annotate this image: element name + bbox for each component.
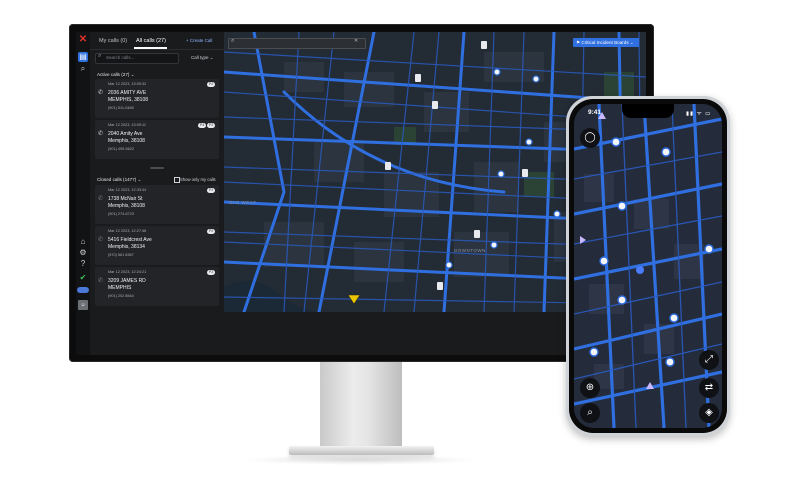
phone-clock: 9:41 — [588, 109, 602, 116]
call-city: Memphis, 38108 — [108, 203, 145, 209]
priority-badge: P2 — [207, 123, 216, 128]
create-call-button[interactable]: + Create Call — [186, 38, 212, 43]
call-time: Mar 12 2023, 13:09:11 — [108, 123, 146, 127]
phone-icon: ✆ — [98, 131, 104, 137]
priority-badge: P2 — [207, 188, 216, 193]
phone-status-icons: ▮▮ ᯤ ▭ — [686, 111, 712, 117]
monitor-stand-base — [289, 446, 434, 455]
phone-icon: ✆ — [98, 278, 104, 284]
rail-search-icon[interactable]: ⌕ — [78, 64, 88, 74]
tab-my-calls[interactable]: My calls (0) — [99, 38, 127, 44]
call-time: Mar 12 2023, 13:09:32 — [108, 82, 147, 86]
call-card[interactable]: ✆ Mar 12 2023, 13:09:11 2040 Amity Ave M… — [95, 120, 219, 159]
call-address: 2040 Amity Ave — [108, 131, 143, 137]
priority-badge: P2 — [207, 270, 216, 275]
call-address: 5416 Fieldcrest Ave — [108, 237, 152, 243]
phone-icon: ✆ — [98, 237, 104, 243]
closed-calls-header[interactable]: Closed calls (1477) ⌄ — [97, 177, 141, 183]
nav-rail: ✕ ▤ ⌕ ⌂ ⚙ ? ✔ ☺ — [76, 32, 90, 355]
search-icon: ⌕ — [98, 53, 102, 59]
call-card[interactable]: ✆ Mar 12 2023, 12:33:44 1738 McNair St M… — [95, 185, 219, 224]
monitor-stand-neck — [320, 362, 402, 448]
tab-all-calls[interactable]: All calls (27) — [136, 38, 166, 44]
call-card[interactable]: ✆ Mar 12 2023, 12:24:21 3209 JAMES RD ME… — [95, 267, 219, 306]
clear-search-icon[interactable]: ✕ — [354, 38, 358, 44]
call-time: Mar 12 2023, 12:24:21 — [108, 270, 147, 274]
call-phone: (901) 274-6723 — [108, 212, 134, 216]
phone-search-icon[interactable]: ⌕ — [580, 403, 600, 423]
logo-x-icon: ✕ — [78, 34, 88, 45]
critical-incident-boards-button[interactable]: ⚑ Critical Incident Boards ⌄ — [573, 38, 639, 47]
crosshair-icon[interactable]: ⊕ — [580, 378, 600, 398]
call-city: MEMPHIS — [108, 285, 132, 291]
priority-badge: P2 — [207, 82, 216, 87]
route-icon[interactable]: ⇄ — [699, 378, 719, 398]
phone-notch — [622, 104, 674, 118]
map-search-input[interactable] — [228, 38, 366, 49]
map-expand-icon[interactable]: ⤢ — [699, 350, 719, 370]
toggle-icon[interactable] — [77, 287, 89, 293]
tabs-divider — [90, 49, 224, 50]
monitor-shadow — [240, 455, 480, 465]
user-avatar-icon[interactable]: ◯ — [580, 128, 600, 148]
call-time: Mar 12 2023, 12:33:44 — [108, 188, 147, 192]
help-icon[interactable]: ? — [78, 259, 88, 269]
desktop-screen: ✕ ▤ ⌕ ⌂ ⚙ ? ✔ ☺ My calls (0) All calls (… — [76, 32, 646, 355]
call-address: 2036 AMITY AVE — [108, 90, 147, 96]
call-phone: (901) 202 8564 — [108, 294, 134, 298]
priority-badge: P2 — [207, 229, 216, 234]
map-search-icon: ⌕ — [231, 38, 235, 44]
calls-panel: My calls (0) All calls (27) + Create Cal… — [90, 32, 224, 355]
calls-icon[interactable]: ▤ — [78, 52, 88, 62]
phone-icon: ✆ — [98, 90, 104, 96]
call-city: Memphis, 38134 — [108, 244, 145, 250]
call-address: 3209 JAMES RD — [108, 278, 146, 284]
call-card[interactable]: ✆ Mar 12 2023, 13:09:32 2036 AMITY AVE M… — [95, 79, 219, 118]
status-check-icon[interactable]: ✔ — [78, 273, 88, 283]
priority-badge: P4 — [198, 123, 207, 128]
layers-icon[interactable]: ◈ — [699, 403, 719, 423]
call-card[interactable]: ✆ Mar 12 2023, 12:27:46 5416 Fieldcrest … — [95, 226, 219, 265]
call-phone: (901) 499-5622 — [108, 147, 134, 151]
settings-icon[interactable]: ⚙ — [78, 248, 88, 258]
home-icon[interactable]: ⌂ — [78, 237, 88, 247]
avatar-icon[interactable]: ☺ — [78, 300, 88, 310]
call-phone: (901) 511-0489 — [108, 106, 134, 110]
call-phone: (570) 561 8367 — [108, 253, 134, 257]
search-calls-placeholder: Search calls... — [106, 55, 135, 60]
show-only-my-calls-label: Show only my calls — [180, 177, 216, 182]
map-label-downtown: DOWNTOWN — [454, 248, 486, 253]
map-label-old-west: OLD WEST — [229, 200, 257, 205]
call-city: MEMPHIS, 38108 — [108, 97, 149, 103]
section-resize-handle[interactable] — [150, 167, 164, 169]
call-city: Memphis, 38108 — [108, 138, 145, 144]
call-time: Mar 12 2023, 12:27:46 — [108, 229, 147, 233]
call-address: 1738 McNair St — [108, 196, 143, 202]
call-type-dropdown[interactable]: Call type ⌄ — [191, 55, 214, 61]
phone-icon: ✆ — [98, 196, 104, 202]
active-calls-header[interactable]: Active calls (27) ⌄ — [97, 72, 135, 78]
